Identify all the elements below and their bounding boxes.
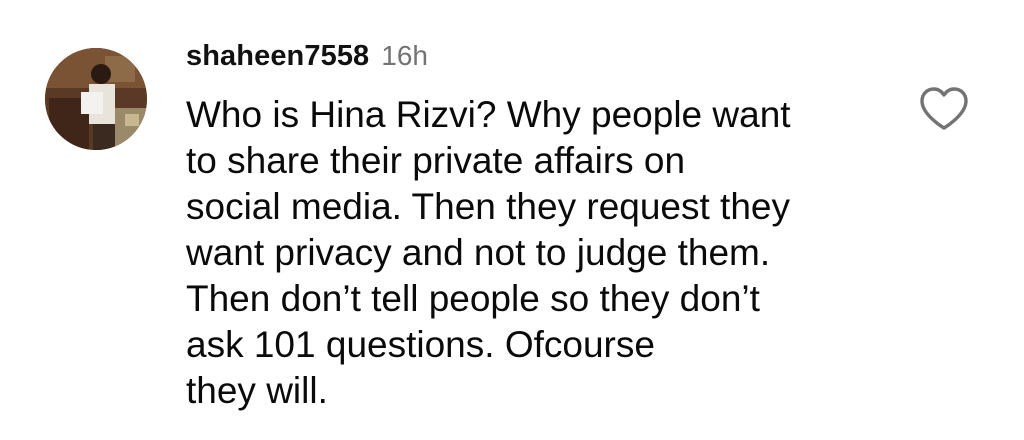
comment-line: Who is Hina Rizvi? Why people want	[186, 94, 791, 135]
timestamp[interactable]: 16h	[381, 40, 428, 72]
username-link[interactable]: shaheen7558	[186, 40, 369, 73]
avatar[interactable]	[45, 48, 147, 150]
comment-line: social media. Then they request they	[186, 186, 790, 227]
comment-line: ask 101 questions. Ofcourse	[186, 324, 655, 365]
avatar-photo	[45, 48, 147, 150]
comment: shaheen7558 16h Who is Hina Rizvi? Why p…	[0, 0, 1024, 440]
comment-text: Who is Hina Rizvi? Why people want to sh…	[186, 92, 886, 414]
like-button[interactable]	[918, 86, 970, 132]
comment-line: want privacy and not to judge them.	[186, 232, 771, 273]
comment-line: they will.	[186, 370, 328, 411]
comment-header: shaheen7558 16h	[186, 40, 886, 88]
heart-outline-icon	[920, 87, 968, 130]
comment-line: to share their private affairs on	[186, 140, 686, 181]
comment-body: shaheen7558 16h Who is Hina Rizvi? Why p…	[186, 40, 886, 414]
comment-line: Then don’t tell people so they don’t	[186, 278, 760, 319]
